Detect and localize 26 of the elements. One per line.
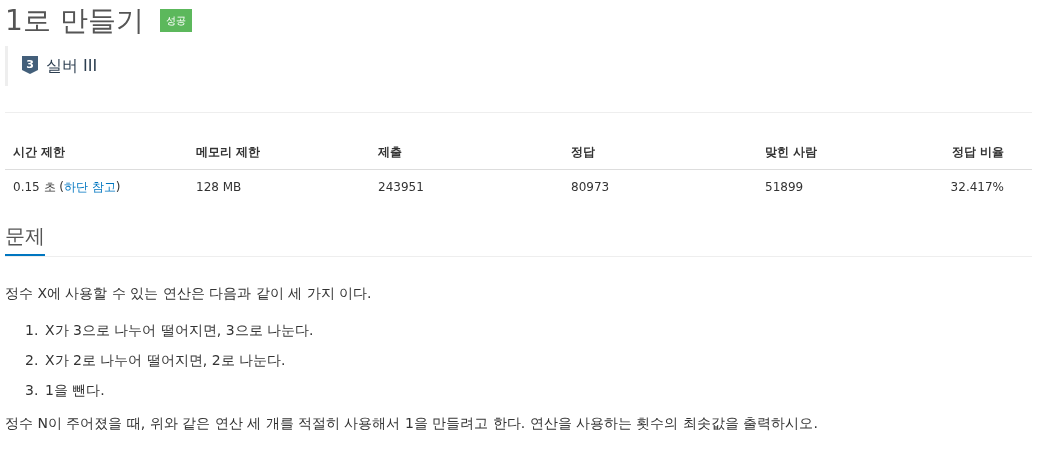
problem-title: 1로 만들기 (5, 4, 144, 38)
table-cell: 128 MB (188, 169, 370, 204)
list-number: 3. (25, 380, 40, 400)
column-header: 시간 제한 (5, 134, 188, 170)
column-header: 정답 비율 (917, 134, 1032, 170)
tier-label: 실버 III (46, 54, 98, 77)
table-cell: 51899 (757, 169, 917, 204)
list-number: 2. (25, 350, 40, 370)
list-item: X가 2로 나누어 떨어지면, 2로 나눈다. (45, 350, 286, 370)
list-item: 1을 뺀다. (45, 380, 105, 400)
table-cell: 0.15 초 (하단 참고) (5, 169, 188, 204)
table-cell: 32.417% (917, 169, 1032, 204)
column-header: 제출 (370, 134, 563, 170)
table-cell: 243951 (370, 169, 563, 204)
result-badge: 성공 (159, 9, 192, 33)
list-number: 1. (25, 320, 40, 340)
column-header: 메모리 제한 (188, 134, 370, 170)
section-heading: 문제 (5, 223, 45, 256)
table-cell: 80973 (563, 169, 757, 204)
reference-link[interactable]: 하단 참고 (64, 179, 116, 194)
paragraph: 정수 N이 주어졌을 때, 위와 같은 연산 세 개를 적절히 사용해서 1을 만들려고 한다. 연산을 사용하는 횟수의 최솟값을 출력하시오. (5, 413, 819, 433)
column-header: 맞힌 사람 (757, 134, 917, 170)
list-item: X가 3으로 나누어 떨어지면, 3으로 나눈다. (45, 320, 314, 340)
column-header: 정답 (563, 134, 757, 170)
paragraph: 정수 X에 사용할 수 있는 연산은 다음과 같이 세 가지 이다. (5, 283, 373, 303)
tier-badge-icon: 3 (22, 55, 38, 76)
